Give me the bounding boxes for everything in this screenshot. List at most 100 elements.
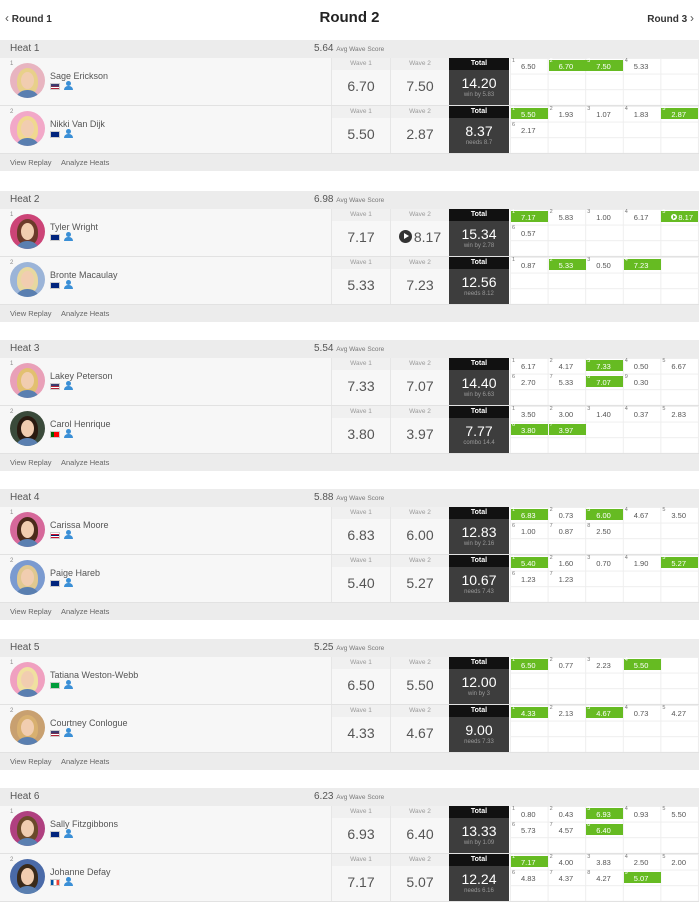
wave-score-cell[interactable]: 1 6.83 (511, 507, 548, 520)
wave-score-cell[interactable]: 7 5.33 (549, 374, 586, 387)
wave-score-cell[interactable]: 2 4.17 (549, 358, 586, 371)
wave-score-cell[interactable]: 3 4.67 (586, 705, 624, 718)
wave-score-cell[interactable]: 3 6.93 (586, 806, 624, 819)
avatar[interactable] (10, 63, 45, 98)
wave-score-cell[interactable]: 8 2.50 (586, 523, 623, 536)
wave-score-cell[interactable]: 3 1.40 (586, 406, 623, 419)
surfer-name[interactable]: Carol Henrique (50, 419, 111, 429)
wave-score-cell[interactable]: 6 1.00 (511, 523, 548, 536)
wave-score-cell[interactable]: 8 6.40 (586, 822, 624, 835)
view-replay-link[interactable]: View Replay (10, 458, 52, 467)
athlete-profile-icon[interactable] (64, 429, 73, 438)
wave-score-cell[interactable]: 1 0.87 (511, 257, 548, 270)
avatar[interactable] (10, 111, 45, 146)
wave-score-cell[interactable]: 4 7.23 (623, 257, 661, 270)
surfer-row[interactable]: 1 Lakey Peterson Wave 1 7.33 Wave 2 7.07 Total… (0, 358, 699, 406)
wave-score-cell[interactable]: 7 1.23 (549, 571, 586, 584)
wave-score-cell[interactable]: 2 1.60 (549, 555, 586, 568)
play-video-icon[interactable] (671, 214, 678, 220)
wave-score-cell[interactable]: 5 5.50 (661, 806, 698, 819)
surfer-row[interactable]: 1 Carissa Moore Wave 1 6.83 Wave 2 6.00 Total 1… (0, 507, 699, 555)
avatar[interactable] (10, 214, 45, 249)
view-replay-link[interactable]: View Replay (10, 309, 52, 318)
surfer-name[interactable]: Nikki Van Dijk (50, 119, 105, 129)
wave-score-cell[interactable]: 1 7.17 (511, 854, 548, 867)
wave-score-cell[interactable]: 2 0.73 (549, 507, 586, 520)
surfer-row[interactable]: 1 Tyler Wright Wave 1 7.17 Wave 2 8.17 Total 15… (0, 209, 699, 257)
wave-score-cell[interactable]: 4 5.50 (623, 657, 661, 670)
wave-score-cell[interactable]: 4 0.37 (624, 406, 661, 419)
next-round-link[interactable]: Round 3 › (647, 11, 694, 25)
wave-score-cell[interactable]: 5 3.50 (661, 507, 698, 520)
surfer-row[interactable]: 1 Tatiana Weston-Webb Wave 1 6.50 Wave 2 5.50… (0, 657, 699, 705)
avatar[interactable] (10, 363, 45, 398)
surfer-name[interactable]: Sage Erickson (50, 71, 108, 81)
wave-score-cell[interactable]: 2 6.70 (548, 58, 586, 71)
wave-score-cell[interactable]: 3 6.00 (586, 507, 624, 520)
wave-score-cell[interactable]: 3 3.83 (586, 854, 623, 867)
wave-score-cell[interactable]: 4 5.33 (624, 58, 661, 71)
wave-score-cell[interactable]: 1 5.40 (511, 555, 548, 568)
avatar[interactable] (10, 560, 45, 595)
wave-score-cell[interactable]: 5 8.17 (661, 209, 699, 222)
wave-score-cell[interactable]: 7 3.97 (548, 422, 586, 435)
athlete-profile-icon[interactable] (64, 680, 73, 689)
surfer-row[interactable]: 2 Carol Henrique Wave 1 3.80 Wave 2 3.97 Total… (0, 406, 699, 454)
wave-score-cell[interactable]: 1 7.17 (511, 209, 548, 222)
wave-score-cell[interactable]: 7 4.37 (549, 870, 586, 883)
surfer-row[interactable]: 2 Nikki Van Dijk Wave 1 5.50 Wave 2 2.87 Total… (0, 106, 699, 154)
athlete-profile-icon[interactable] (64, 81, 73, 90)
surfer-row[interactable]: 2 Paige Hareb Wave 1 5.40 Wave 2 5.27 Total 10.… (0, 555, 699, 603)
surfer-row[interactable]: 1 Sally Fitzgibbons Wave 1 6.93 Wave 2 6.40 To… (0, 806, 699, 854)
wave-score-cell[interactable]: 3 1.07 (586, 106, 623, 119)
analyze-heats-link[interactable]: Analyze Heats (61, 757, 109, 766)
wave-score-cell[interactable]: 5 5.27 (661, 555, 699, 568)
wave-score-cell[interactable]: 5 2.87 (661, 106, 699, 119)
wave-score-cell[interactable]: 3 7.50 (586, 58, 624, 71)
analyze-heats-link[interactable]: Analyze Heats (61, 607, 109, 616)
wave-score-cell[interactable]: 3 7.33 (586, 358, 624, 371)
wave-score-cell[interactable]: 4 0.73 (624, 705, 661, 718)
avatar[interactable] (10, 411, 45, 446)
athlete-profile-icon[interactable] (64, 129, 73, 138)
wave-score-cell[interactable]: 6 2.17 (511, 122, 548, 135)
wave-score-cell[interactable]: 1 0.80 (511, 806, 548, 819)
surfer-name[interactable]: Lakey Peterson (50, 371, 113, 381)
wave-score-cell[interactable]: 6 0.57 (511, 225, 548, 238)
wave-score-cell[interactable]: 2 2.13 (549, 705, 586, 718)
wave-score-cell[interactable]: 4 1.90 (624, 555, 661, 568)
wave-score-cell[interactable]: 1 6.50 (511, 58, 548, 71)
wave-score-cell[interactable]: 2 4.00 (549, 854, 586, 867)
wave-score-cell[interactable]: 4 0.93 (624, 806, 661, 819)
athlete-profile-icon[interactable] (64, 877, 73, 886)
view-replay-link[interactable]: View Replay (10, 607, 52, 616)
wave-score-cell[interactable]: 1 5.50 (511, 106, 548, 119)
wave-score-cell[interactable]: 1 6.50 (511, 657, 548, 670)
wave-score-cell[interactable]: 3 0.50 (586, 257, 623, 270)
wave-score-cell[interactable]: 2 3.00 (549, 406, 586, 419)
wave-score-cell[interactable]: 4 4.67 (624, 507, 661, 520)
wave-score-cell[interactable]: 4 6.17 (624, 209, 661, 222)
wave-score-cell[interactable]: 4 1.83 (624, 106, 661, 119)
wave-score-cell[interactable]: 5 6.67 (661, 358, 698, 371)
wave-score-cell[interactable]: 1 3.50 (511, 406, 548, 419)
wave-score-cell[interactable]: 6 2.70 (511, 374, 548, 387)
avatar[interactable] (10, 859, 45, 894)
wave-score-cell[interactable]: 5 2.83 (661, 406, 698, 419)
wave-score-cell[interactable]: 2 1.93 (549, 106, 586, 119)
wave-score-cell[interactable]: 5 2.00 (661, 854, 698, 867)
play-video-icon[interactable] (398, 230, 412, 243)
surfer-name[interactable]: Bronte Macaulay (50, 270, 118, 280)
wave-score-cell[interactable]: 2 5.33 (548, 257, 586, 270)
surfer-row[interactable]: 2 Johanne Defay Wave 1 7.17 Wave 2 5.07 Total 1… (0, 854, 699, 902)
athlete-profile-icon[interactable] (64, 381, 73, 390)
surfer-name[interactable]: Tatiana Weston-Webb (50, 670, 138, 680)
wave-score-cell[interactable]: 7 0.87 (549, 523, 586, 536)
view-replay-link[interactable]: View Replay (10, 158, 52, 167)
wave-score-cell[interactable]: 6 5.73 (511, 822, 548, 835)
athlete-profile-icon[interactable] (64, 232, 73, 241)
athlete-profile-icon[interactable] (64, 578, 73, 587)
wave-score-cell[interactable]: 6 1.23 (511, 571, 548, 584)
wave-score-cell[interactable]: 8 7.07 (586, 374, 624, 387)
wave-score-cell[interactable]: 9 0.30 (624, 374, 661, 387)
